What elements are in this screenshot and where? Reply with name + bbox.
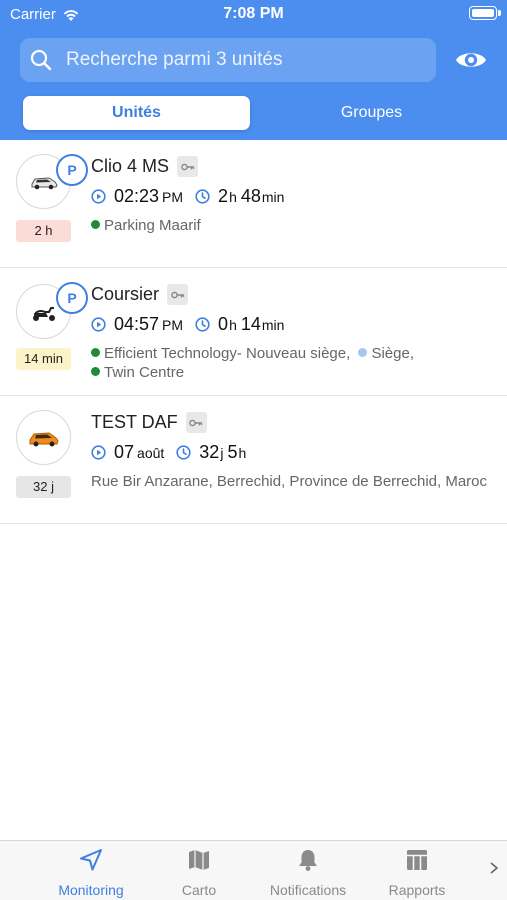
parked-badge: P — [56, 282, 88, 314]
duration-a-unit: j — [220, 444, 224, 461]
last-time: 07 — [114, 442, 135, 462]
scooter-icon — [32, 306, 55, 321]
status-bar: Carrier 7:08 PM — [0, 0, 507, 30]
tab-rapports[interactable]: Rapports — [362, 847, 472, 898]
unit-address: Rue Bir Anzarane, Berrechid, Province de… — [91, 473, 488, 490]
duration-b-unit: h — [238, 444, 247, 461]
duration-a: 2 — [218, 186, 229, 206]
location-dot — [91, 220, 100, 229]
navigation-arrow-icon — [80, 849, 102, 871]
unit-times: 07 août 32 j 5 h — [91, 442, 246, 463]
car-icon — [31, 176, 58, 189]
location-dot — [358, 348, 368, 357]
segmented-control: Unités Groupes — [20, 94, 488, 132]
duration-a-unit: h — [229, 188, 237, 205]
tab-monitoring[interactable]: Monitoring — [36, 847, 146, 898]
duration-b: 48 — [240, 186, 261, 206]
search-input[interactable] — [66, 49, 436, 71]
unit-name: Clio 4 MS — [91, 156, 170, 176]
unit-row[interactable]: P 14 min Coursier 04:57 PM 0 h 14 min Ef… — [0, 268, 507, 396]
unit-list: P 2 h Clio 4 MS 02:23 PM 2 h 48 min Park… — [0, 140, 507, 524]
car-icon — [29, 431, 59, 446]
table-icon — [407, 850, 427, 870]
eye-icon[interactable] — [454, 46, 488, 74]
last-time-suffix: PM — [162, 316, 184, 333]
location-text: Twin Centre — [104, 364, 185, 381]
search-bar[interactable] — [20, 38, 436, 82]
unit-times: 02:23 PM 2 h 48 min — [91, 186, 284, 207]
tab-units[interactable]: Unités — [23, 96, 250, 130]
unit-name: Coursier — [91, 284, 160, 304]
play-circle-icon — [91, 189, 106, 204]
unit-title: Coursier — [91, 284, 189, 305]
age-badge: 14 min — [16, 348, 71, 370]
key-icon — [177, 156, 199, 177]
age-badge: 32 j — [16, 476, 71, 498]
unit-title: TEST DAF — [91, 412, 207, 433]
clock-icon — [195, 317, 210, 332]
play-circle-icon — [91, 317, 106, 332]
clock-icon — [195, 189, 210, 204]
last-time: 04:57 — [114, 314, 160, 334]
unit-title: Clio 4 MS — [91, 156, 199, 177]
key-icon — [167, 284, 189, 305]
tab-carto[interactable]: Carto — [144, 847, 254, 898]
tab-groups[interactable]: Groupes — [258, 96, 485, 130]
bell-icon — [299, 850, 317, 871]
duration-b-unit: min — [261, 316, 285, 333]
status-time: 7:08 PM — [223, 5, 284, 22]
key-icon — [185, 412, 207, 433]
play-circle-icon — [91, 445, 106, 460]
tab-label: Carto — [181, 882, 217, 898]
unit-times: 04:57 PM 0 h 14 min — [91, 314, 284, 335]
tab-label: Notifications — [269, 882, 347, 898]
unit-location: Parking Maarif — [91, 216, 491, 235]
location-text: Efficient Technology- Nouveau siège, — [104, 345, 351, 362]
tab-notifications[interactable]: Notifications — [253, 847, 363, 898]
app-header: Carrier 7:08 PM Unités Groupes — [0, 0, 507, 140]
unit-row[interactable]: 32 j TEST DAF 07 août 32 j 5 h Rue Bir A… — [0, 396, 507, 524]
clock-icon — [176, 445, 191, 460]
location-dot — [91, 348, 100, 357]
duration-a-unit: h — [229, 316, 237, 333]
duration-b: 14 — [240, 314, 261, 334]
tab-bar: Monitoring Carto Notifications Rapports — [0, 840, 507, 900]
tab-label: Rapports — [388, 882, 446, 898]
chevron-right-icon[interactable] — [489, 861, 499, 875]
search-icon — [30, 49, 52, 71]
unit-name: TEST DAF — [91, 412, 178, 432]
last-time-suffix: août — [137, 444, 165, 461]
battery-icon — [469, 6, 501, 20]
duration-a: 0 — [218, 314, 229, 334]
unit-location: Efficient Technology- Nouveau siège, Siè… — [91, 344, 491, 382]
location-dot — [91, 367, 100, 376]
last-time: 02:23 — [114, 186, 160, 206]
duration-b: 5 — [227, 442, 238, 462]
map-icon — [189, 850, 209, 870]
duration-a: 32 — [199, 442, 220, 462]
duration-b-unit: min — [261, 188, 285, 205]
parked-badge: P — [56, 154, 88, 186]
last-time-suffix: PM — [162, 188, 184, 205]
tab-label: Monitoring — [58, 882, 124, 898]
unit-row[interactable]: P 2 h Clio 4 MS 02:23 PM 2 h 48 min Park… — [0, 140, 507, 268]
unit-avatar — [16, 410, 71, 465]
location-text: Parking Maarif — [104, 217, 201, 234]
age-badge: 2 h — [16, 220, 71, 242]
location-text: Siège, — [371, 345, 414, 362]
